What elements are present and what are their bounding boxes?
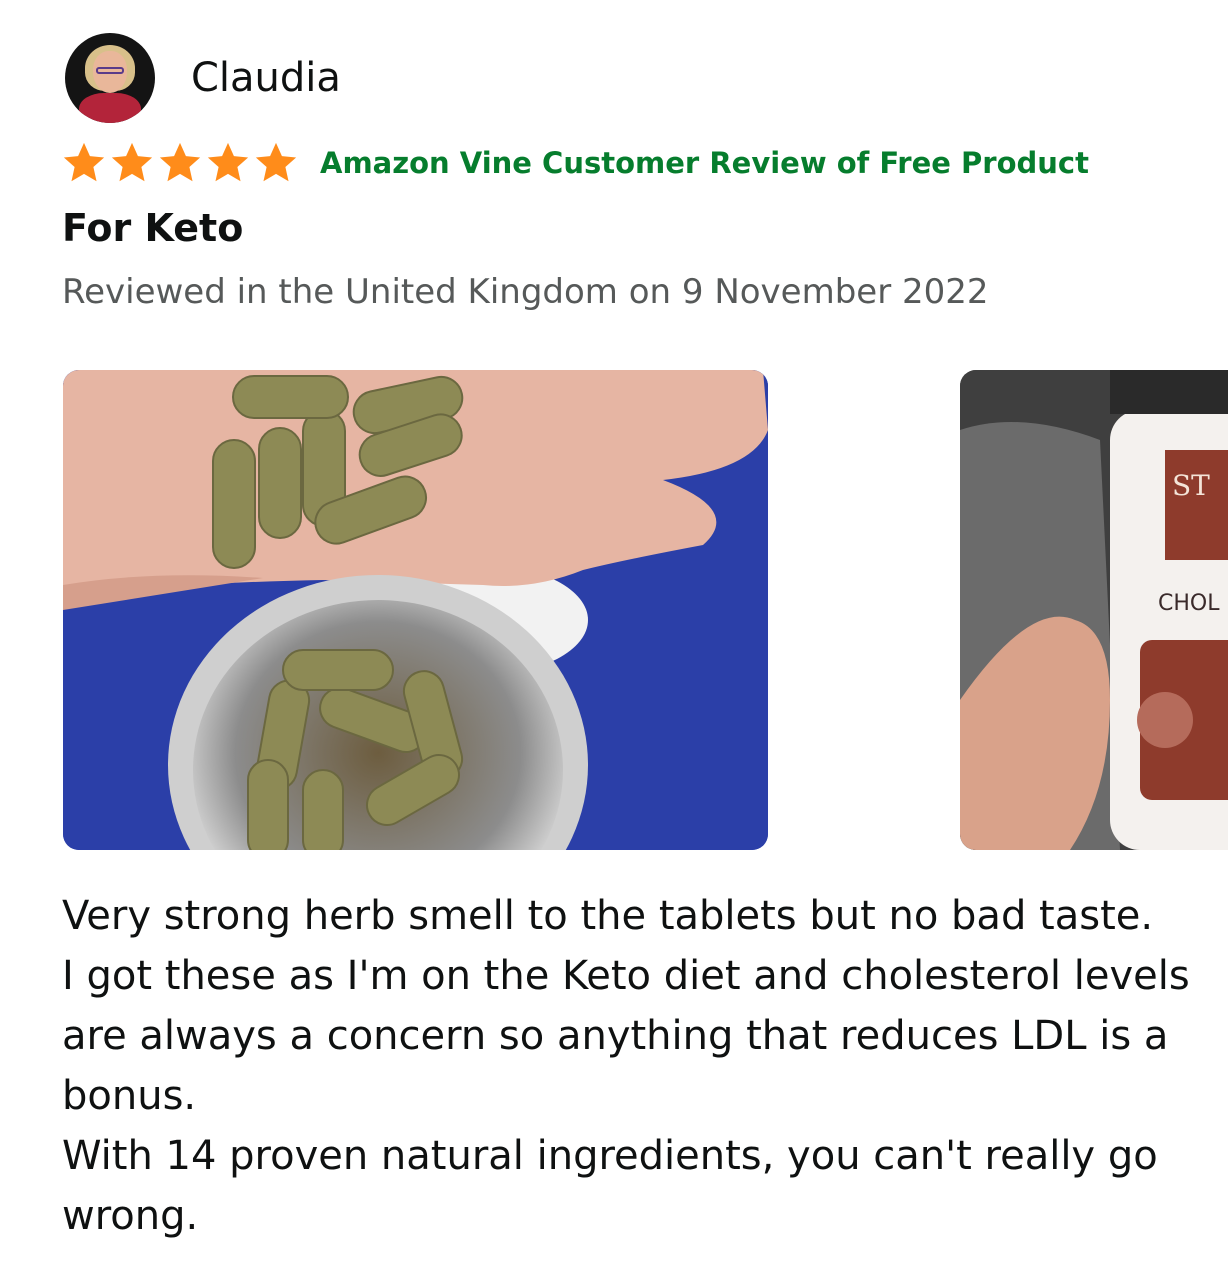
star-icon xyxy=(111,142,153,182)
review-photo-capsules[interactable] xyxy=(63,370,768,850)
review-card: Claudia Amazon Vine Customer Review of F… xyxy=(0,0,1228,1261)
reviewer-name[interactable]: Claudia xyxy=(191,55,341,101)
bottle-logo-text: ST xyxy=(1172,469,1210,502)
capsules-photo-illustration xyxy=(63,370,768,850)
review-body: Very strong herb smell to the tablets bu… xyxy=(62,886,1212,1246)
review-photo-bottle[interactable]: ST CHOL xyxy=(960,370,1228,850)
star-icon xyxy=(207,142,249,182)
avatar-body xyxy=(79,93,141,123)
avatar-glasses xyxy=(96,67,124,74)
bottle-photo-illustration: ST CHOL xyxy=(960,370,1228,850)
star-icon xyxy=(255,142,297,182)
bottle-label-text: CHOL xyxy=(1158,591,1220,616)
star-rating[interactable] xyxy=(60,140,300,186)
star-icon xyxy=(159,142,201,182)
review-images-carousel[interactable]: ST CHOL xyxy=(63,370,1228,850)
rating-row: Amazon Vine Customer Review of Free Prod… xyxy=(60,140,1089,186)
review-body-line: With 14 proven natural ingredients, you … xyxy=(62,1133,1158,1239)
review-body-line: Very strong herb smell to the tablets bu… xyxy=(62,893,1154,939)
review-body-line: I got these as I'm on the Keto diet and … xyxy=(62,953,1190,1119)
reviewer-profile[interactable]: Claudia xyxy=(65,33,341,123)
avatar[interactable] xyxy=(65,33,155,123)
vine-review-badge: Amazon Vine Customer Review of Free Prod… xyxy=(320,146,1089,180)
star-icon xyxy=(63,142,105,182)
review-title: For Keto xyxy=(62,206,244,250)
review-date: Reviewed in the United Kingdom on 9 Nove… xyxy=(62,272,989,312)
